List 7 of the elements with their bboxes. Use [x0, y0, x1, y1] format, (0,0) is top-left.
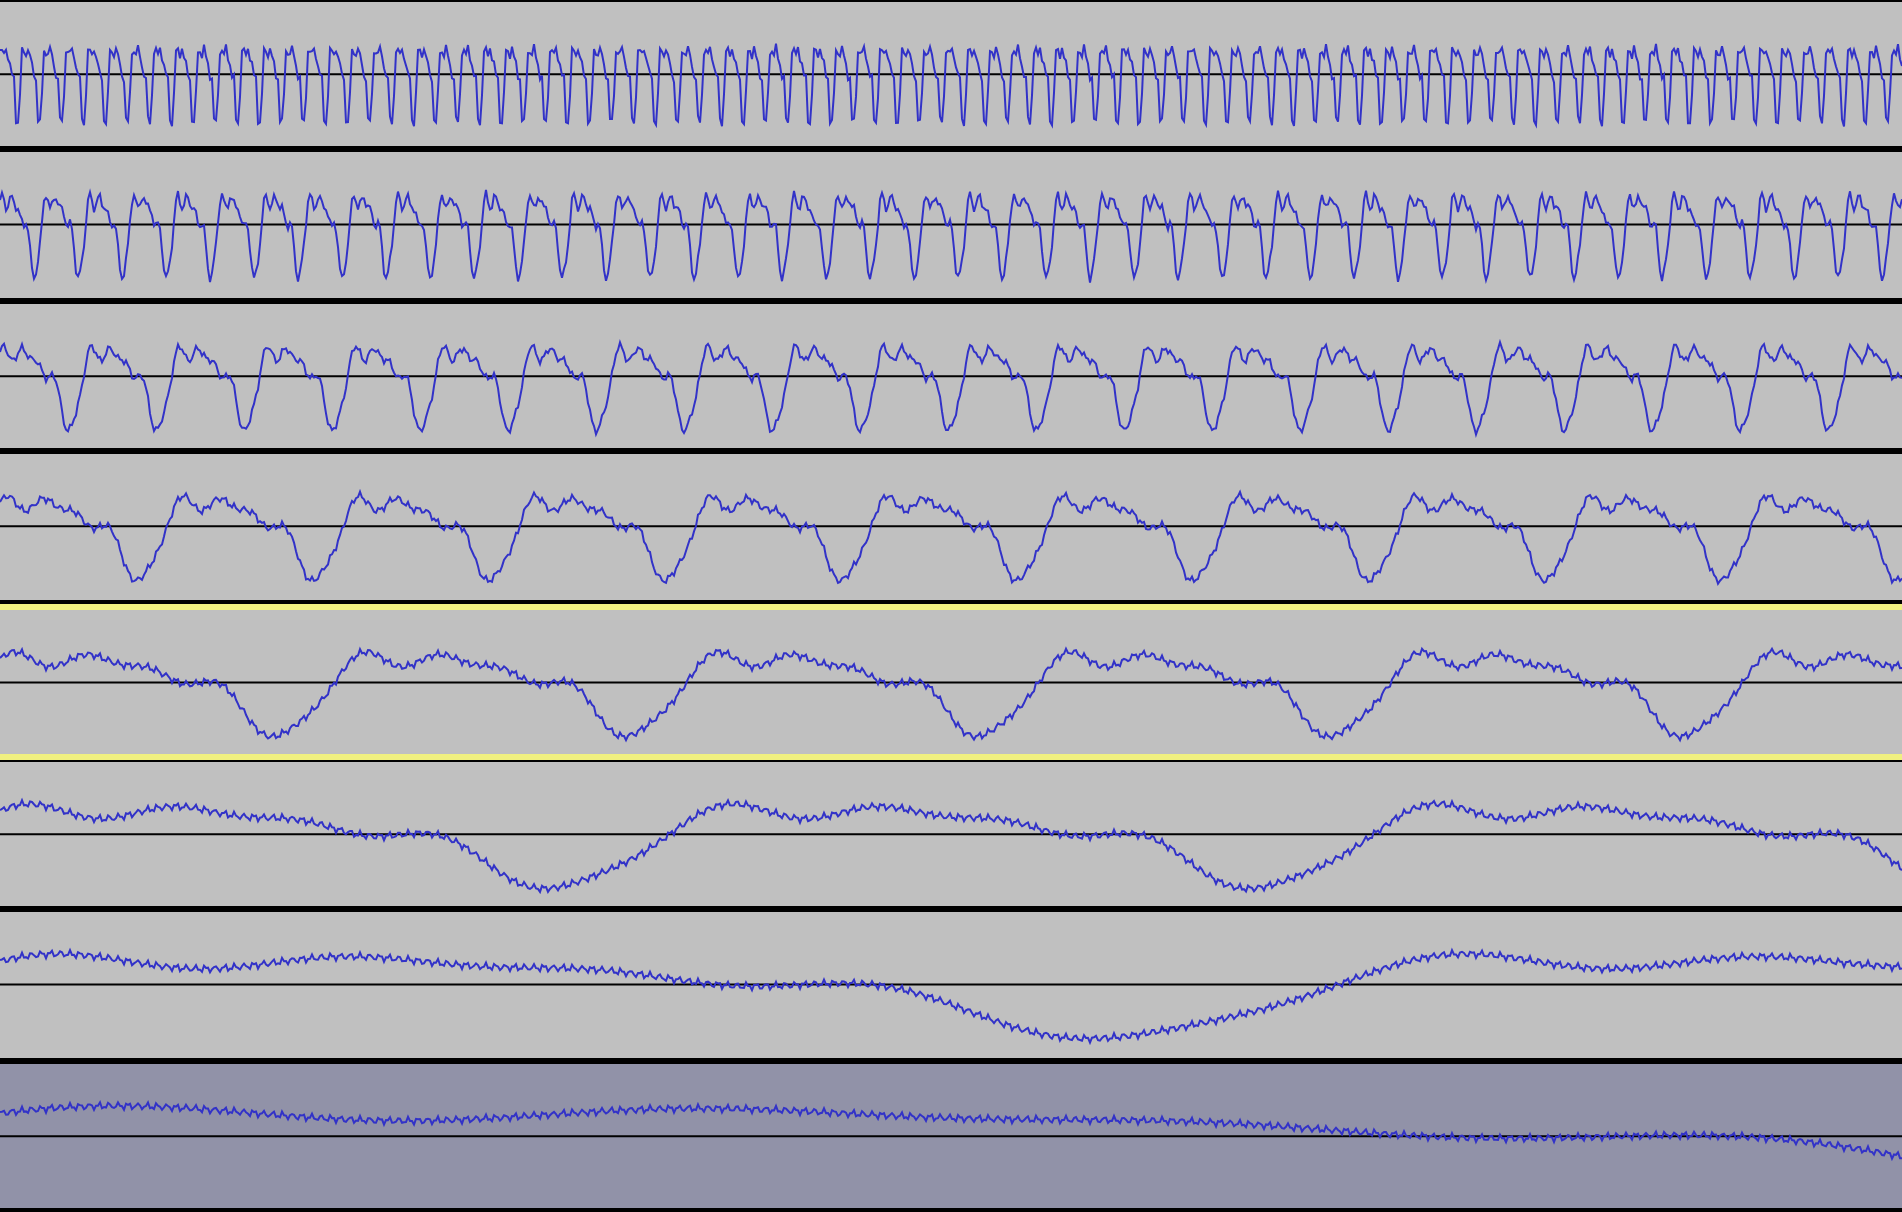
audio-track[interactable]: [0, 759, 1902, 911]
audio-track[interactable]: [0, 0, 1902, 151]
audio-track[interactable]: [0, 452, 1902, 603]
audio-track[interactable]: [0, 1061, 1902, 1212]
audio-track[interactable]: [0, 150, 1902, 302]
audio-track[interactable]: [0, 910, 1902, 1062]
audio-track[interactable]: [0, 301, 1902, 453]
